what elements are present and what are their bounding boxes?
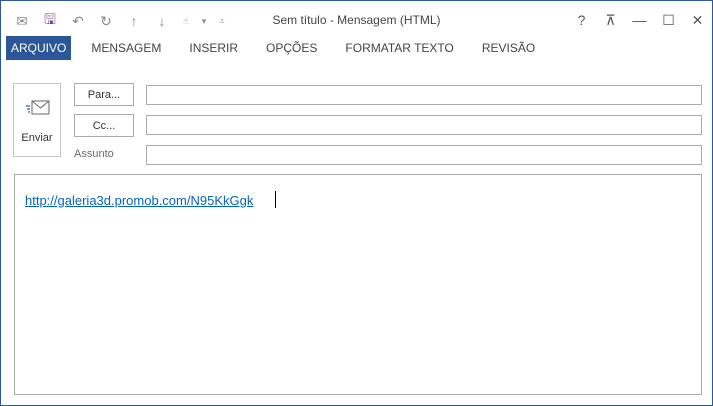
undo-icon[interactable]: ↶ xyxy=(67,11,89,31)
minimize-button[interactable]: — xyxy=(625,7,654,33)
window-controls: ? ⊼ — ☐ ✕ xyxy=(567,7,712,33)
help-button[interactable]: ? xyxy=(567,7,596,33)
tab-arquivo[interactable]: ARQUIVO xyxy=(6,36,72,60)
ribbon-display-options-button[interactable]: ⊼ xyxy=(596,7,625,33)
to-field[interactable] xyxy=(146,85,702,105)
maximize-button[interactable]: ☐ xyxy=(654,7,683,33)
tab-mensagem[interactable]: MENSAGEM xyxy=(83,36,169,60)
send-button[interactable]: Enviar xyxy=(13,83,61,157)
ribbon-tabs: ARQUIVO MENSAGEM INSERIR OPÇÕES FORMATAR… xyxy=(1,36,712,60)
close-button[interactable]: ✕ xyxy=(683,7,712,33)
up-arrow-icon[interactable]: ↑ xyxy=(123,11,145,31)
redo-icon[interactable]: ↻ xyxy=(95,11,117,31)
subject-label: Assunto xyxy=(74,148,114,160)
subject-field[interactable] xyxy=(146,145,702,165)
touch-mode-icon[interactable]: ☝ xyxy=(179,11,193,31)
tab-formatar-texto[interactable]: FORMATAR TEXTO xyxy=(337,36,461,60)
cc-button[interactable]: Cc... xyxy=(74,114,134,137)
message-body[interactable]: http://galeria3d.promob.com/N95KkGgk xyxy=(14,174,702,395)
body-hyperlink[interactable]: http://galeria3d.promob.com/N95KkGgk xyxy=(25,193,253,208)
dropdown-icon[interactable]: ▾ xyxy=(197,11,211,31)
to-button[interactable]: Para... xyxy=(74,83,134,106)
cc-field[interactable] xyxy=(146,115,702,135)
message-icon[interactable]: ✉ xyxy=(11,11,33,31)
customize-icon[interactable]: ⩡ xyxy=(215,11,229,31)
tab-inserir[interactable]: INSERIR xyxy=(181,36,246,60)
down-arrow-icon[interactable]: ↓ xyxy=(151,11,173,31)
text-cursor xyxy=(275,191,276,208)
tab-revisao[interactable]: REVISÃO xyxy=(474,36,543,60)
title-bar: ✉ 🖫 ↶ ↻ ↑ ↓ ☝ ▾ ⩡ Sem título - Mensagem … xyxy=(1,1,712,35)
tab-opcoes[interactable]: OPÇÕES xyxy=(258,36,325,60)
message-window: ✉ 🖫 ↶ ↻ ↑ ↓ ☝ ▾ ⩡ Sem título - Mensagem … xyxy=(0,0,713,406)
quick-access-toolbar: ✉ 🖫 ↶ ↻ ↑ ↓ ☝ ▾ ⩡ xyxy=(11,11,233,31)
send-button-label: Enviar xyxy=(21,132,53,144)
save-icon[interactable]: 🖫 xyxy=(39,11,61,31)
send-envelope-icon xyxy=(26,100,50,115)
